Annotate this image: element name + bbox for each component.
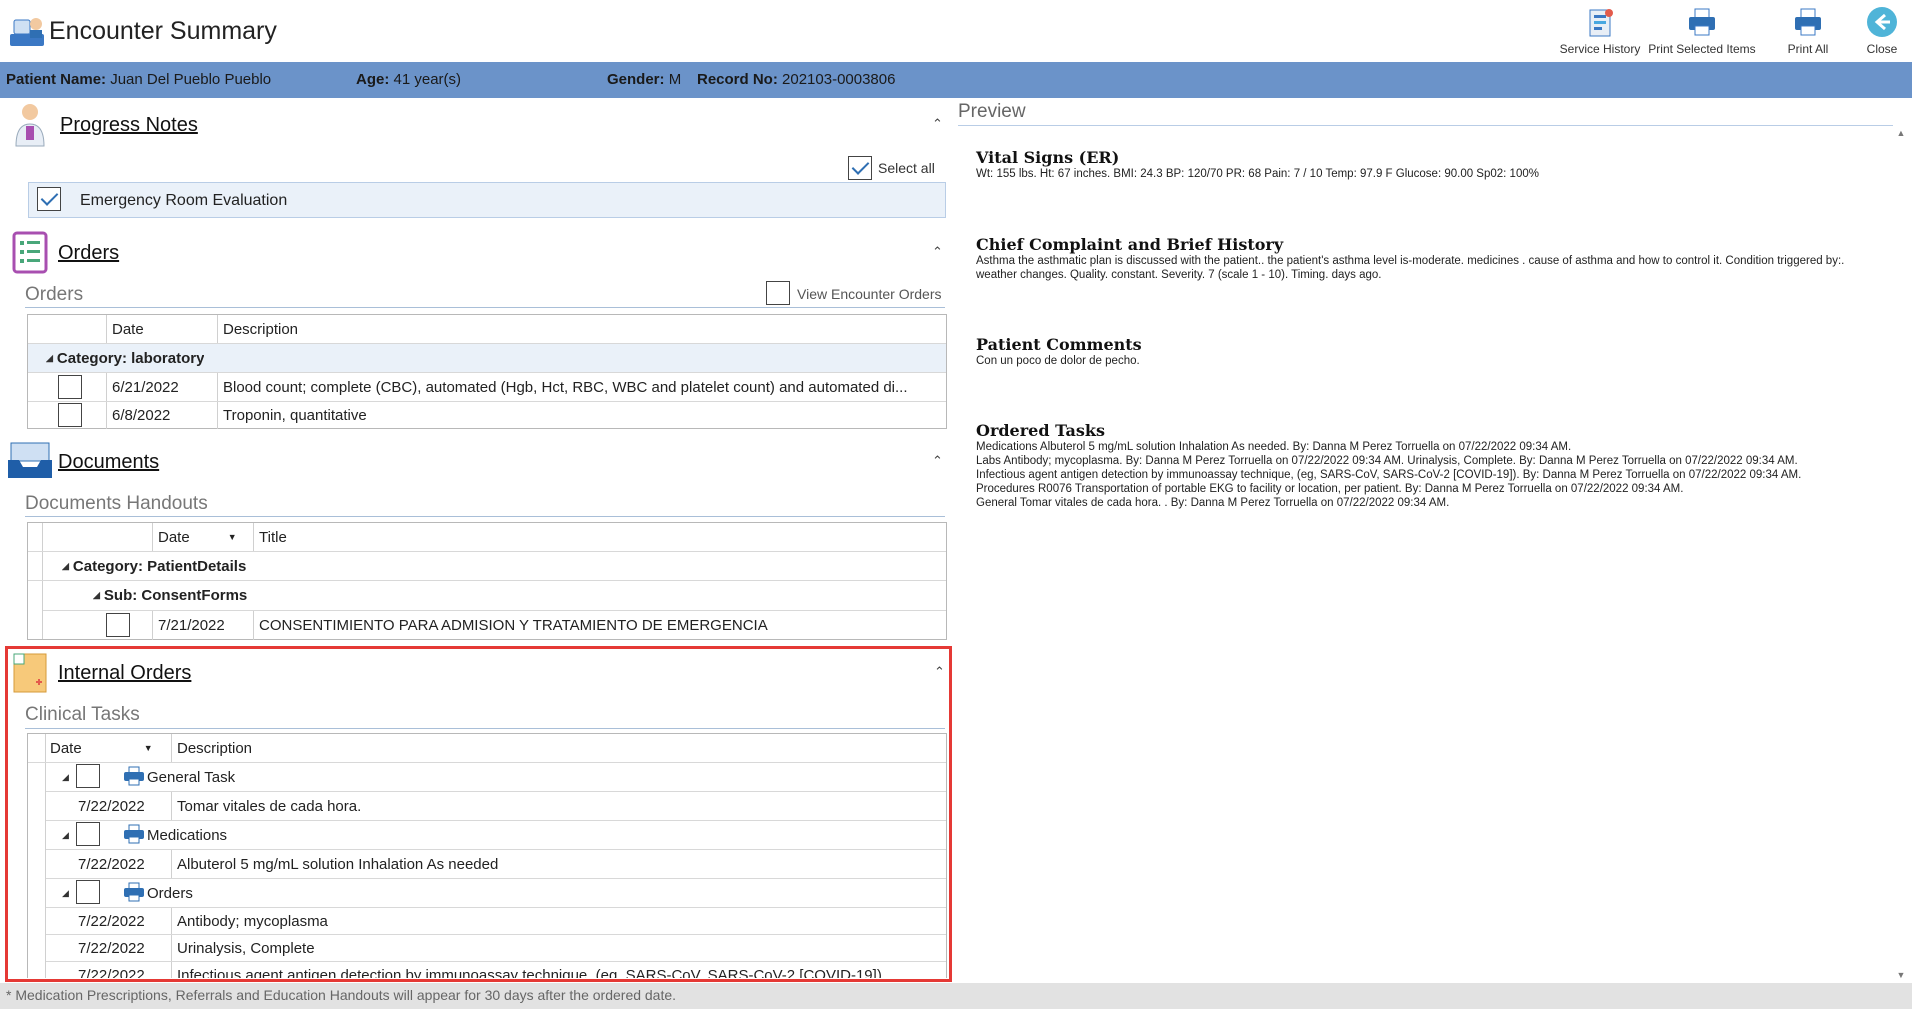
orders-subtitle: Orders [25,284,84,305]
scroll-up-icon[interactable]: ▲ [1894,128,1908,138]
print-selected-button[interactable]: Print Selected Items [1646,6,1758,56]
documents-tray-icon [7,440,53,480]
printer-icon[interactable] [123,882,145,906]
subcategory-row[interactable]: ◢ Sub: ConsentForms [43,581,946,611]
orders-section-title[interactable]: Orders [58,242,119,265]
sort-dropdown-icon[interactable]: ▼ [228,532,237,542]
preview-heading-chief-complaint: Chief Complaint and Brief History [976,235,1284,254]
table-row[interactable]: 7/21/2022 CONSENTIMIENTO PARA ADMISION Y… [43,611,946,640]
progress-note-label: Emergency Room Evaluation [80,192,288,209]
expand-triangle-icon[interactable]: ◢ [62,772,69,783]
service-history-button[interactable]: Service History [1556,6,1644,56]
preview-text-vitals: Wt: 155 lbs. Ht: 67 inches. BMI: 24.3 BP… [976,168,1539,180]
expand-triangle-icon[interactable]: ◢ [62,561,69,572]
column-header-title[interactable]: Title [259,523,287,551]
preview-text-chief-complaint: Asthma the asthmatic plan is discussed w… [976,255,1845,281]
progress-note-item[interactable]: Emergency Room Evaluation [28,182,946,218]
group-checkbox[interactable] [76,880,100,904]
table-row[interactable]: 7/22/2022 Urinalysis, Complete [46,935,946,962]
collapse-chevron-up-icon[interactable]: ⌃ [932,244,943,260]
scroll-down-icon[interactable]: ▼ [1894,970,1908,980]
group-checkbox[interactable] [76,764,100,788]
internal-orders-package-icon [10,650,50,694]
select-all-checkbox[interactable] [848,156,872,180]
grid-header-row: Date ▼ Description [28,734,946,763]
column-header-description[interactable]: Description [223,315,298,343]
column-header-date[interactable]: Date [112,315,144,343]
expand-triangle-icon[interactable]: ◢ [46,353,53,364]
table-row[interactable]: 7/22/2022 Albuterol 5 mg/mL solution Inh… [46,850,946,879]
group-row-orders[interactable]: ◢ Orders [46,879,946,908]
print-all-button[interactable]: Print All [1776,6,1840,56]
view-encounter-orders-label: View Encounter Orders [797,286,942,302]
sort-dropdown-icon[interactable]: ▼ [144,743,153,753]
clipboard-icon [11,229,49,274]
collapse-chevron-up-icon[interactable]: ⌃ [934,664,945,680]
grid-header-row: Date Description [28,315,946,344]
preview-text-ordered-task: Medications Albuterol 5 mg/mL solution I… [976,441,1572,453]
table-row[interactable]: 6/8/2022 Troponin, quantitative [28,402,946,429]
documents-subtitle: Documents Handouts [25,493,208,514]
doctor-icon [13,102,47,148]
patient-record: Record No: 202103-0003806 [697,71,896,88]
row-checkbox[interactable] [106,613,130,637]
table-row[interactable]: 6/21/2022 Blood count; complete (CBC), a… [28,373,946,402]
progress-note-checkbox[interactable] [37,187,61,211]
expand-triangle-icon[interactable]: ◢ [62,830,69,841]
orders-grid: Date Description ◢ Category: laboratory 6… [27,314,947,429]
column-header-description[interactable]: Description [177,734,252,762]
column-header-date[interactable]: Date ▼ [158,523,237,551]
printer-icon [1792,6,1824,38]
preview-heading-vitals: Vital Signs (ER) [976,148,1120,167]
patient-info-bar: Patient Name: Juan Del Pueblo Pueblo Age… [0,62,1912,98]
internal-orders-title[interactable]: Internal Orders [58,662,191,685]
documents-grid: Date ▼ Title ◢ Category: PatientDetails ◢ S… [27,522,947,640]
patient-gender: Gender: M [607,71,682,88]
preview-text-ordered-task: Infectious agent antigen detection by im… [976,469,1802,481]
table-row[interactable]: 7/22/2022 Antibody; mycoplasma [46,908,946,935]
page-title: Encounter Summary [49,17,277,45]
row-checkbox[interactable] [58,403,82,427]
preview-scrollbar[interactable]: ▲ ▼ [1894,128,1908,980]
documents-section-title[interactable]: Documents [58,451,159,474]
preview-heading-ordered-tasks: Ordered Tasks [976,421,1105,440]
clinical-tasks-grid: Date ▼ Description ◢ General Task 7/22/20… [27,733,947,978]
category-row[interactable]: ◢ Category: PatientDetails [28,552,946,581]
service-history-icon [1584,6,1616,38]
table-row[interactable]: 7/22/2022 Tomar vitales de cada hora. [46,792,946,821]
preview-text-ordered-task: General Tomar vitales de cada hora. . By… [976,497,1450,509]
preview-text-ordered-task: Procedures R0076 Transportation of porta… [976,483,1684,495]
group-row-general-task[interactable]: ◢ General Task [46,763,946,792]
printer-icon [1686,6,1718,38]
progress-notes-title[interactable]: Progress Notes [60,114,198,137]
preview-title: Preview [958,101,1026,122]
category-row[interactable]: ◢ Category: laboratory [28,344,946,373]
column-header-date[interactable]: Date ▼ [50,734,153,762]
footer-note: * Medication Prescriptions, Referrals an… [6,987,677,1003]
collapse-chevron-up-icon[interactable]: ⌃ [932,453,943,469]
back-arrow-icon [1866,6,1898,38]
printer-icon[interactable] [123,824,145,848]
expand-triangle-icon[interactable]: ◢ [93,590,100,601]
printer-icon[interactable] [123,766,145,790]
app-logo-icon [8,14,46,50]
group-checkbox[interactable] [76,822,100,846]
close-button[interactable]: Close [1858,6,1906,56]
patient-age: Age: 41 year(s) [356,71,462,88]
preview-text-ordered-task: Labs Antibody; mycoplasma. By: Danna M P… [976,455,1798,467]
preview-text-patient-comments: Con un poco de dolor de pecho. [976,355,1140,367]
view-encounter-orders-checkbox[interactable] [766,281,790,305]
group-row-medications[interactable]: ◢ Medications [46,821,946,850]
preview-heading-patient-comments: Patient Comments [976,335,1142,354]
expand-triangle-icon[interactable]: ◢ [62,888,69,899]
patient-name: Patient Name: Juan Del Pueblo Pueblo [6,71,272,88]
grid-header-row: Date ▼ Title [28,523,946,552]
table-row[interactable]: 7/22/2022 Infectious agent antigen detec… [46,962,946,978]
collapse-chevron-up-icon[interactable]: ⌃ [932,116,943,132]
select-all-label: Select all [878,160,935,176]
row-checkbox[interactable] [58,375,82,399]
clinical-tasks-subtitle: Clinical Tasks [25,704,140,725]
